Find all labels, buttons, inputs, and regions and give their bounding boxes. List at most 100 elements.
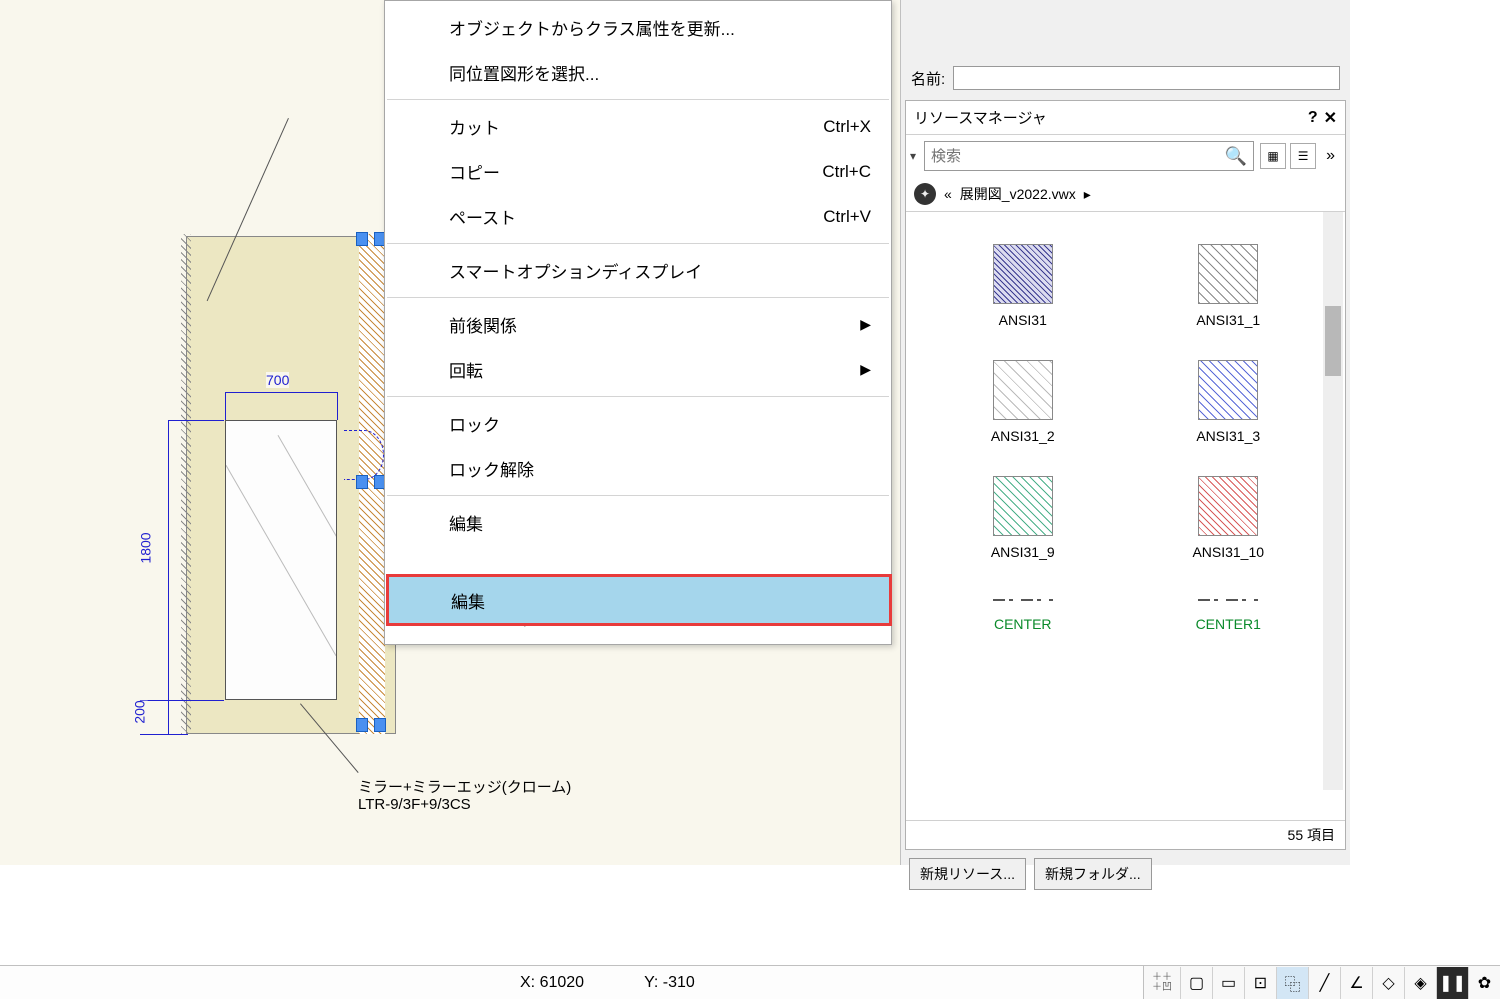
search-box[interactable]: 🔍 [924,141,1254,171]
name-row: 名前: [901,60,1350,96]
hatch-swatch-preview [1198,360,1258,420]
menu-item[interactable]: 前後関係▶ [385,302,891,347]
name-input[interactable] [953,66,1340,90]
selection-handle[interactable] [356,232,368,246]
annotation-text: LTR-9/3F+9/3CS [358,796,471,813]
tool-settings-icon[interactable]: ✿ [1468,967,1500,999]
menu-separator [387,495,889,496]
view-thumbnails-button[interactable]: ▦ [1260,143,1286,169]
tool-tangent-icon[interactable]: ◇ [1372,967,1404,999]
dimension-ext [225,392,226,420]
coord-y-value: -310 [663,974,695,991]
rm-title: リソースマネージャ [914,107,1302,128]
hatch-swatch-item[interactable]: ANSI31 [934,244,1112,328]
menu-item[interactable]: 回転 ▶ [385,347,891,392]
right-panel: 名前: リソースマネージャ ? ✕ ▾ 🔍 ▦ ☰ » ✦ « 展開図_v202… [900,0,1350,865]
new-resource-button[interactable]: 新規リソース... [909,858,1026,890]
menu-item-label: 前後関係 [449,312,517,337]
breadcrumb-back[interactable]: « [944,186,952,202]
search-icon[interactable]: 🔍 [1225,146,1247,167]
context-menu[interactable]: オブジェクトからクラス属性を更新...同位置図形を選択... カットCtrl+Xコ… [384,0,892,645]
dimension-line [168,700,169,734]
collapse-toggle-icon[interactable]: ▾ [908,149,918,163]
selection-handle[interactable] [356,475,368,489]
scrollbar[interactable] [1323,212,1343,790]
breadcrumb-file[interactable]: 展開図_v2022.vwx [960,184,1076,204]
menu-item[interactable]: ロック解除 [385,446,891,491]
menu-item-label: スマートオプションディスプレイ [449,258,702,283]
wall-hatch-left [181,234,191,734]
menu-item-show-hatching-in-rm[interactable]: 編集 [386,574,892,626]
hatch-swatch-preview [993,476,1053,536]
hatch-swatch-preview [1198,244,1258,304]
hatch-swatch-label: ANSI31 [999,312,1047,328]
name-label: 名前: [911,68,945,89]
hatch-swatch-preview [1198,592,1258,608]
hatch-swatch-preview [993,592,1053,608]
breadcrumb-next[interactable]: ▸ [1084,186,1091,203]
hatch-swatch-item[interactable]: ANSI31_3 [1140,360,1318,444]
more-chevron-icon[interactable]: » [1322,147,1339,165]
coord-x-label: X: [520,974,535,991]
tool-line-icon[interactable]: ╱ [1308,967,1340,999]
menu-item-label: 編集 [449,510,483,535]
snap-indicator: ＋＋ ＋凹 [1144,973,1180,993]
hatch-swatch-item[interactable]: CENTER1 [1140,592,1318,632]
coord-y-label: Y: [644,974,658,991]
tool-rect-icon[interactable]: ▭ [1212,967,1244,999]
menu-separator [387,99,889,100]
hatch-swatch-label: CENTER1 [1196,616,1261,632]
scrollbar-thumb[interactable] [1325,306,1341,376]
rm-titlebar: リソースマネージャ ? ✕ [906,101,1345,135]
rm-breadcrumb[interactable]: ✦ « 展開図_v2022.vwx ▸ [906,177,1345,212]
selection-handle[interactable] [374,718,386,732]
help-button[interactable]: ? [1308,109,1318,127]
selection-handle[interactable] [356,718,368,732]
menu-item-label: ロック [449,411,500,436]
tool-layers-icon[interactable]: ◈ [1404,967,1436,999]
hatch-swatch-label: ANSI31_10 [1192,544,1264,560]
dimension-line [225,392,337,393]
menu-item[interactable]: 同位置図形を選択... [385,50,891,95]
hatch-swatch-label: ANSI31_2 [991,428,1055,444]
resource-manager-panel: リソースマネージャ ? ✕ ▾ 🔍 ▦ ☰ » ✦ « 展開図_v2022.vw… [905,100,1346,850]
hatch-swatch-item[interactable]: ANSI31_9 [934,476,1112,560]
tool-align-icon[interactable]: ⊡ [1244,967,1276,999]
hatch-swatch-item[interactable]: CENTER [934,592,1112,632]
search-input[interactable] [931,148,1225,165]
view-list-button[interactable]: ☰ [1290,143,1316,169]
hatch-swatch-item[interactable]: ANSI31_10 [1140,476,1318,560]
menu-item[interactable]: コピーCtrl+C [385,149,891,194]
hatch-swatch-label: CENTER [994,616,1052,632]
tool-bbox-icon[interactable]: ▢ [1180,967,1212,999]
tool-drag-icon[interactable]: ⿻ [1276,967,1308,999]
menu-item[interactable]: オブジェクトからクラス属性を更新... [385,5,891,50]
menu-item-shortcut: Ctrl+C [822,162,871,182]
dimension-line [168,420,169,700]
menu-separator [387,243,889,244]
menu-item[interactable]: カットCtrl+X [385,104,891,149]
menu-item[interactable]: 編集 [385,500,891,545]
menu-separator [387,396,889,397]
tool-pause-icon[interactable]: ❚❚ [1436,967,1468,999]
annotation-text: ミラー+ミラーエッジ(クローム) [358,776,571,797]
dimension-ext [168,420,224,421]
menu-item-shortcut: Ctrl+X [823,117,871,137]
dimension-ext [140,734,188,735]
hatch-swatch-item[interactable]: ANSI31_1 [1140,244,1318,328]
menu-item[interactable]: スマートオプションディスプレイ [385,248,891,293]
submenu-arrow-icon: ▶ [860,361,871,378]
tool-angle-icon[interactable]: ∠ [1340,967,1372,999]
door-swing-arc [344,430,384,480]
menu-item[interactable]: ペーストCtrl+V [385,194,891,239]
hatch-swatch-label: ANSI31_1 [1196,312,1260,328]
hatch-swatch-label: ANSI31_9 [991,544,1055,560]
new-folder-button[interactable]: 新規フォルダ... [1034,858,1152,890]
close-button[interactable]: ✕ [1324,108,1337,128]
hatch-swatch-item[interactable]: ANSI31_2 [934,360,1112,444]
hatch-swatch-preview [993,360,1053,420]
bottom-tool-strip: ＋＋ ＋凹 ▢ ▭ ⊡ ⿻ ╱ ∠ ◇ ◈ ❚❚ ✿ [1143,965,1500,999]
menu-item-label: 回転 [449,357,483,382]
menu-item[interactable]: ロック [385,401,891,446]
menu-item-shortcut: Ctrl+V [823,207,871,227]
